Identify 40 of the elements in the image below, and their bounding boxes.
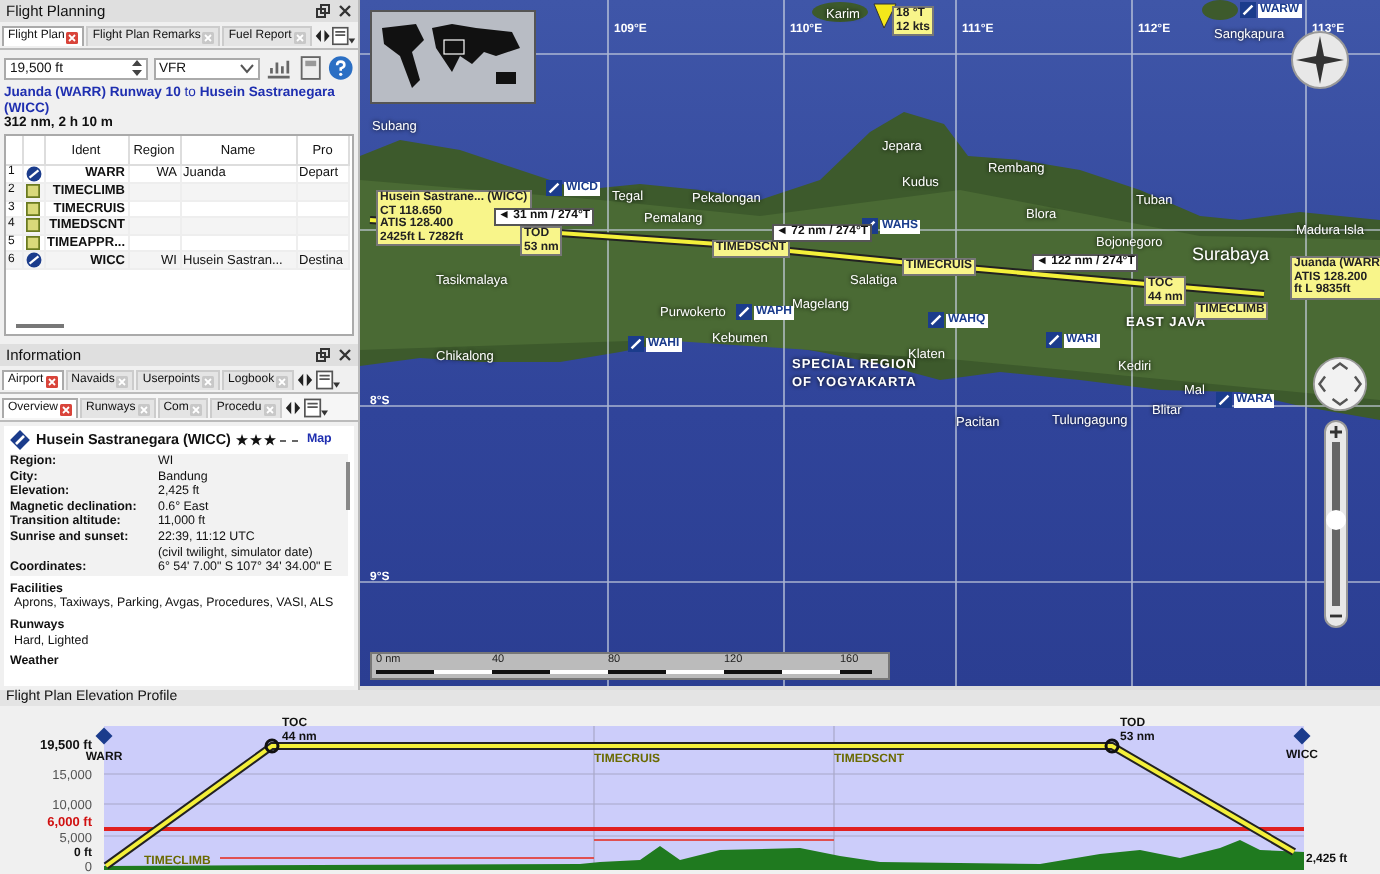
airport-icon[interactable] bbox=[736, 304, 752, 320]
airport-icon[interactable] bbox=[928, 312, 944, 328]
airport-icon bbox=[95, 727, 113, 745]
menu-icon[interactable] bbox=[303, 398, 328, 418]
scroll-tabs-icon[interactable] bbox=[283, 400, 302, 416]
world-map-thumbnail[interactable] bbox=[370, 10, 536, 104]
pan-control-icon[interactable] bbox=[1312, 356, 1368, 412]
top-of-descent-icon bbox=[1104, 738, 1120, 754]
spin-arrows-icon[interactable] bbox=[131, 60, 141, 76]
menu-icon[interactable] bbox=[316, 370, 341, 390]
airport-icon bbox=[25, 166, 41, 182]
float-icon[interactable] bbox=[316, 4, 330, 18]
zoom-in-icon[interactable] bbox=[1328, 424, 1344, 440]
airport-icon[interactable] bbox=[1046, 332, 1062, 348]
menu-icon[interactable] bbox=[332, 26, 356, 46]
close-icon[interactable] bbox=[338, 4, 352, 18]
island-drawing bbox=[1202, 0, 1238, 20]
zoom-slider[interactable] bbox=[1332, 442, 1340, 606]
airport-icon bbox=[25, 252, 41, 269]
compass-rose-icon[interactable] bbox=[1290, 30, 1350, 90]
scrollbar[interactable] bbox=[16, 324, 64, 328]
close-icon[interactable] bbox=[338, 348, 352, 362]
airport-icon[interactable] bbox=[1240, 2, 1256, 18]
scroll-tabs-icon[interactable] bbox=[313, 28, 331, 44]
airport-icon bbox=[1293, 727, 1311, 745]
airport-icon[interactable] bbox=[628, 336, 644, 352]
airport-icon[interactable] bbox=[1216, 392, 1232, 408]
chevron-down-icon bbox=[239, 63, 254, 73]
scrollbar[interactable] bbox=[346, 462, 350, 510]
chart-icon[interactable] bbox=[265, 56, 292, 80]
island-drawing bbox=[812, 2, 868, 22]
scroll-tabs-icon[interactable] bbox=[296, 372, 315, 388]
float-icon[interactable] bbox=[316, 348, 330, 362]
calculator-icon[interactable] bbox=[297, 54, 323, 82]
satellite-map[interactable] bbox=[360, 0, 1380, 690]
help-icon[interactable] bbox=[328, 54, 354, 82]
airport-icon[interactable] bbox=[546, 180, 562, 196]
city-label: Surabaya bbox=[1192, 244, 1270, 264]
top-of-climb-icon bbox=[264, 738, 280, 754]
aircraft-icon bbox=[873, 3, 897, 29]
